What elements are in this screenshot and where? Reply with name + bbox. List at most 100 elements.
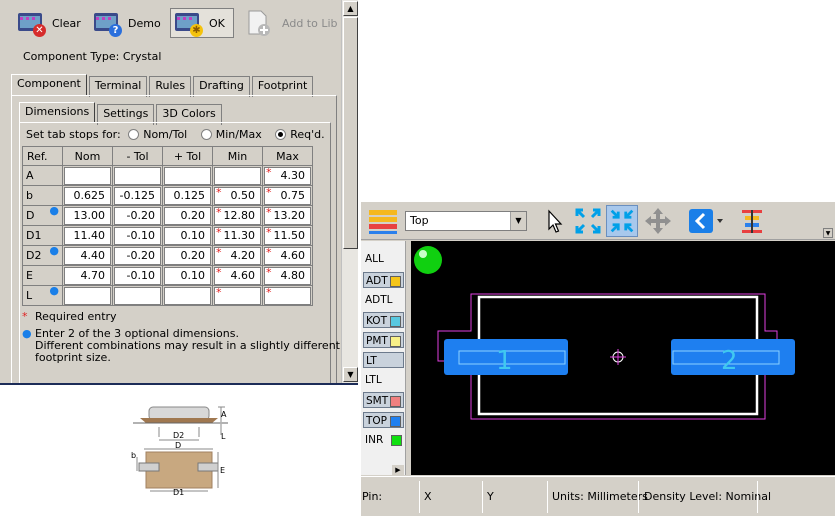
- demo-button[interactable]: ? Demo: [92, 8, 161, 38]
- max-input[interactable]: * 4.60: [264, 246, 311, 265]
- layer-swatch: [390, 316, 401, 327]
- layer-item-adt[interactable]: ADT: [363, 272, 404, 288]
- component-drawing-panel: A L D2 D b E D1: [0, 383, 358, 516]
- plus-tol-input[interactable]: 0.20: [164, 206, 211, 225]
- layer-item-kot[interactable]: KOT: [363, 312, 404, 328]
- tab-terminal[interactable]: Terminal: [88, 76, 148, 97]
- table-header-row: Ref. Nom - Tol + Tol Min Max: [22, 146, 313, 166]
- layer-label: LTL: [365, 374, 382, 386]
- plus-tol-input[interactable]: 0.10: [164, 226, 211, 245]
- dim-l-label: L: [221, 432, 226, 441]
- tab-drafting[interactable]: Drafting: [193, 76, 250, 97]
- back-dropdown-icon[interactable]: [687, 205, 727, 237]
- ref-cell: E: [22, 265, 63, 286]
- minus-tol-input[interactable]: -0.10: [114, 226, 161, 245]
- ok-label: OK: [209, 16, 225, 30]
- status-y: Y: [487, 490, 494, 503]
- layer-item-lt[interactable]: LT: [363, 352, 404, 368]
- ref-label: D: [26, 209, 35, 222]
- viewer-toolbar: Top ▼ ▼: [361, 202, 835, 240]
- overflow-icon[interactable]: ▼: [823, 228, 833, 238]
- layer-item-top[interactable]: TOP: [363, 412, 404, 428]
- min-input[interactable]: * 11.30: [214, 226, 261, 245]
- max-input[interactable]: * 4.30: [264, 166, 311, 185]
- required-star-icon: *: [266, 285, 272, 299]
- max-input[interactable]: * 0.75: [264, 186, 311, 205]
- nom-input[interactable]: [64, 166, 111, 185]
- layer-item-pmt[interactable]: PMT: [363, 332, 404, 348]
- pan-icon[interactable]: [642, 205, 674, 237]
- max-input[interactable]: * 13.20: [264, 206, 311, 225]
- layer-swatch: [390, 396, 401, 407]
- nom-input[interactable]: 0.625: [64, 186, 111, 205]
- max-input[interactable]: * 11.50: [264, 226, 311, 245]
- nom-input[interactable]: 11.40: [64, 226, 111, 245]
- min-input[interactable]: *: [214, 286, 261, 305]
- min-input[interactable]: * 0.50: [214, 186, 261, 205]
- min-input[interactable]: * 4.60: [214, 266, 261, 285]
- max-value: 0.75: [280, 188, 306, 202]
- plus-tol-input[interactable]: [164, 286, 211, 305]
- layer-item-smt[interactable]: SMT: [363, 392, 404, 408]
- ref-cell: b: [22, 185, 63, 206]
- ok-button[interactable]: ✱ OK: [170, 8, 234, 38]
- layer-item-adtl[interactable]: ADTL: [363, 292, 404, 308]
- nom-input[interactable]: [64, 286, 111, 305]
- dim-d1-label: D1: [173, 488, 184, 497]
- scroll-right-icon[interactable]: ▶: [392, 465, 404, 475]
- col-nom: Nom: [62, 146, 113, 166]
- layer-item-inr[interactable]: INR: [363, 432, 404, 448]
- tab-component[interactable]: Component: [11, 74, 87, 95]
- layer-label: INR: [365, 434, 384, 446]
- minus-tol-input[interactable]: -0.10: [114, 266, 161, 285]
- clear-label: Clear: [52, 16, 81, 30]
- zoom-extents-icon[interactable]: [572, 205, 604, 237]
- plus-tol-input[interactable]: 0.125: [164, 186, 211, 205]
- minus-tol-input[interactable]: -0.20: [114, 246, 161, 265]
- plus-tol-input[interactable]: [164, 166, 211, 185]
- main-tabs: Component Terminal Rules Drafting Footpr…: [11, 74, 315, 97]
- layer-item-ltl[interactable]: LTL: [363, 372, 404, 388]
- scroll-up-icon[interactable]: ▲: [343, 1, 358, 16]
- chevron-down-icon[interactable]: ▼: [510, 212, 526, 230]
- vertical-scrollbar[interactable]: ▲ ▼: [341, 0, 358, 383]
- radio-nom-tol[interactable]: [128, 129, 140, 140]
- clear-button[interactable]: ✕ Clear: [16, 8, 81, 38]
- scroll-down-icon[interactable]: ▼: [343, 367, 358, 382]
- max-input[interactable]: * 4.80: [264, 266, 311, 285]
- min-input[interactable]: * 4.20: [214, 245, 261, 265]
- align-center-icon[interactable]: [736, 205, 768, 237]
- min-input[interactable]: [214, 166, 261, 185]
- add-to-lib-button[interactable]: Add to Lib: [246, 8, 338, 38]
- min-input[interactable]: * 12.80: [214, 206, 261, 225]
- min-value: 4.60: [230, 268, 256, 282]
- status-density: Density Level: Nominal: [644, 490, 772, 503]
- zoom-fit-icon[interactable]: [606, 205, 638, 237]
- minus-tol-input[interactable]: -0.20: [114, 206, 161, 225]
- pointer-icon[interactable]: [539, 205, 571, 237]
- layer-item-all[interactable]: ALL: [363, 251, 404, 267]
- ref-cell: L ●: [22, 284, 63, 306]
- footprint-canvas[interactable]: 1 2: [411, 241, 835, 475]
- scroll-thumb[interactable]: [343, 17, 358, 249]
- table-row: D2 ● 4.40 -0.20 0.20 * 4.20 * 4.60: [22, 244, 313, 266]
- minus-tol-input[interactable]: [114, 286, 161, 305]
- tab-footprint[interactable]: Footprint: [251, 76, 314, 97]
- nom-input[interactable]: 13.00: [64, 206, 111, 225]
- layers-icon[interactable]: [365, 205, 401, 237]
- nom-input[interactable]: 4.40: [64, 246, 111, 265]
- minus-tol-input[interactable]: [114, 166, 161, 185]
- radio-min-max[interactable]: [200, 129, 212, 140]
- status-pin: Pin:: [362, 490, 383, 503]
- plus-tol-input[interactable]: 0.20: [164, 246, 211, 265]
- tab-dimensions[interactable]: Dimensions: [19, 102, 96, 123]
- radio-reqd[interactable]: [275, 129, 287, 140]
- minus-tol-input[interactable]: -0.125: [114, 186, 161, 205]
- plus-tol-input[interactable]: 0.10: [164, 266, 211, 285]
- max-input[interactable]: *: [264, 285, 311, 305]
- nom-input[interactable]: 4.70: [64, 266, 111, 285]
- tab-rules[interactable]: Rules: [149, 76, 192, 97]
- status-x: X: [424, 490, 432, 503]
- required-star-icon: *: [216, 245, 222, 259]
- layer-select[interactable]: Top ▼: [405, 211, 527, 231]
